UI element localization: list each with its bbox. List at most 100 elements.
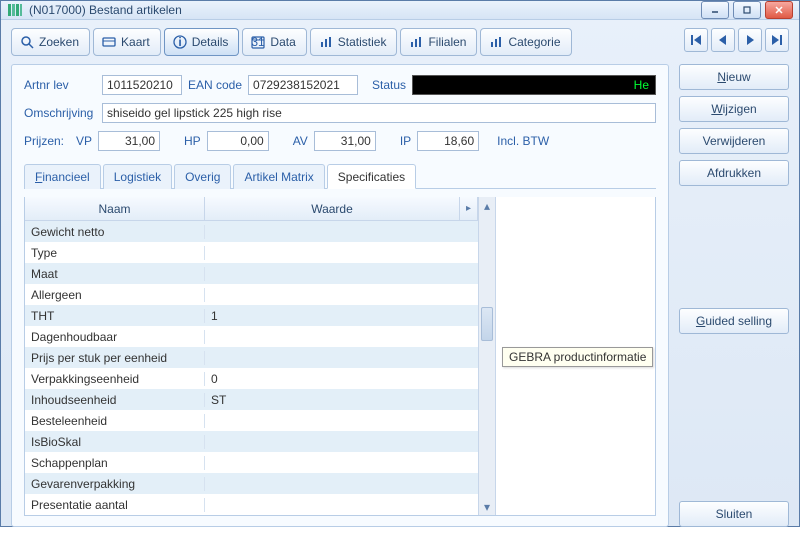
ip-input[interactable]	[417, 131, 479, 151]
vp-input[interactable]	[98, 131, 160, 151]
calendar-icon: 31	[251, 35, 265, 49]
table-row[interactable]: Allergeen	[25, 284, 478, 305]
wijzigen-button[interactable]: Wijzigen	[679, 96, 789, 122]
maximize-button[interactable]	[733, 1, 761, 19]
nav-next-button[interactable]	[738, 28, 762, 52]
table-row[interactable]: Verpakkingseenheid0	[25, 368, 478, 389]
svg-text:31: 31	[252, 35, 266, 49]
nav-prev-button[interactable]	[711, 28, 735, 52]
table-row[interactable]: IsBioSkal	[25, 431, 478, 452]
subtab-specificaties[interactable]: Specificaties	[327, 164, 416, 189]
cell-value: 0	[205, 372, 478, 386]
article-panel: Artnr lev EAN code Status He Omschrijvin…	[11, 64, 669, 527]
col-header-corner[interactable]: ▸	[460, 197, 478, 220]
ip-label: IP	[400, 134, 411, 148]
ean-input[interactable]	[248, 75, 358, 95]
table-row[interactable]: Dagenhoudbaar	[25, 326, 478, 347]
omschrijving-input[interactable]	[102, 103, 656, 123]
table-row[interactable]: THT1	[25, 305, 478, 326]
vp-label: VP	[76, 134, 92, 148]
tab-zoeken-label: Zoeken	[39, 35, 79, 49]
subtab-logistiek[interactable]: Logistiek	[103, 164, 172, 189]
tab-data[interactable]: 31Data	[242, 28, 306, 56]
table-row[interactable]: Prijs per stuk per eenheid	[25, 347, 478, 368]
subtab-financieel-label: inancieel	[42, 170, 89, 184]
table-row[interactable]: Schappenplan	[25, 452, 478, 473]
artnr-label: Artnr lev	[24, 78, 96, 92]
tab-filialen-label: Filialen	[428, 35, 466, 49]
afdrukken-label: Afdrukken	[707, 166, 761, 180]
av-input[interactable]	[314, 131, 376, 151]
chart-icon	[409, 35, 423, 49]
btw-label: Incl. BTW	[497, 134, 549, 148]
app-window: (N017000) Bestand artikelen Zoeken Kaart…	[0, 0, 800, 527]
subtab-overig-label: Overig	[185, 170, 220, 184]
subtab-financieel[interactable]: Financieel	[24, 164, 101, 189]
omschrijving-label: Omschrijving	[24, 106, 96, 120]
table-row[interactable]: Maat	[25, 263, 478, 284]
scroll-down-icon[interactable]: ▾	[479, 498, 495, 515]
tab-filialen[interactable]: Filialen	[400, 28, 477, 56]
record-nav	[679, 28, 789, 52]
table-row[interactable]: InhoudseenheidST	[25, 389, 478, 410]
table-row[interactable]: Gevarenverpakking	[25, 473, 478, 494]
hp-input[interactable]	[207, 131, 269, 151]
window-title: (N017000) Bestand artikelen	[29, 3, 701, 17]
cell-name: Dagenhoudbaar	[25, 330, 205, 344]
nieuw-button[interactable]: Nieuw	[679, 64, 789, 90]
info-icon: i	[173, 35, 187, 49]
tab-zoeken[interactable]: Zoeken	[11, 28, 90, 56]
artnr-input[interactable]	[102, 75, 182, 95]
tooltip-productinfo: GEBRA productinformatie	[502, 347, 653, 367]
scroll-up-icon[interactable]: ▴	[479, 197, 495, 214]
cell-name: Allergeen	[25, 288, 205, 302]
grid-scrollbar[interactable]: ▴ ▾	[478, 197, 495, 515]
minimize-button[interactable]	[701, 1, 729, 19]
tab-categorie[interactable]: Categorie	[480, 28, 571, 56]
col-header-value[interactable]: Waarde	[205, 197, 460, 220]
cell-value: ST	[205, 393, 478, 407]
cell-name: Presentatie aantal	[25, 498, 205, 512]
cell-name: Inhoudseenheid	[25, 393, 205, 407]
guided-label-rest: uided selling	[705, 314, 772, 328]
table-row[interactable]: Besteleenheid	[25, 410, 478, 431]
status-value: He	[634, 78, 649, 92]
verwijderen-button[interactable]: Verwijderen	[679, 128, 789, 154]
cell-name: Gewicht netto	[25, 225, 205, 239]
table-row[interactable]: Gewicht netto	[25, 221, 478, 242]
subtab-logistiek-label: Logistiek	[114, 170, 161, 184]
nieuw-label-rest: ieuw	[726, 70, 751, 84]
sluiten-button[interactable]: Sluiten	[679, 501, 789, 527]
cell-name: Schappenplan	[25, 456, 205, 470]
tab-statistiek-label: Statistiek	[338, 35, 387, 49]
subtab-artikelmatrix[interactable]: Artikel Matrix	[233, 164, 324, 189]
tab-kaart-label: Kaart	[121, 35, 150, 49]
table-row[interactable]: Type	[25, 242, 478, 263]
wijzigen-label-rest: ijzigen	[723, 102, 757, 116]
subtab-overig[interactable]: Overig	[174, 164, 231, 189]
hp-label: HP	[184, 134, 201, 148]
nav-first-button[interactable]	[684, 28, 708, 52]
status-label: Status	[372, 78, 406, 92]
cell-name: Besteleenheid	[25, 414, 205, 428]
close-button[interactable]	[765, 1, 793, 19]
cell-name: Type	[25, 246, 205, 260]
chart-icon	[319, 35, 333, 49]
tab-details[interactable]: iDetails	[164, 28, 240, 56]
scroll-thumb[interactable]	[481, 307, 493, 341]
app-icon	[7, 2, 23, 18]
subtabs: Financieel Logistiek Overig Artikel Matr…	[24, 163, 656, 189]
cell-name: Verpakkingseenheid	[25, 372, 205, 386]
svg-text:i: i	[178, 35, 181, 49]
tab-kaart[interactable]: Kaart	[93, 28, 161, 56]
table-row[interactable]: Presentatie aantal	[25, 494, 478, 515]
afdrukken-button[interactable]: Afdrukken	[679, 160, 789, 186]
guided-selling-button[interactable]: Guided selling	[679, 308, 789, 334]
card-icon	[102, 35, 116, 49]
tab-statistiek[interactable]: Statistiek	[310, 28, 398, 56]
cell-name: IsBioSkal	[25, 435, 205, 449]
subtab-specificaties-label: Specificaties	[338, 170, 405, 184]
nav-last-button[interactable]	[765, 28, 789, 52]
status-display: He	[412, 75, 656, 95]
col-header-name[interactable]: Naam	[25, 197, 205, 220]
